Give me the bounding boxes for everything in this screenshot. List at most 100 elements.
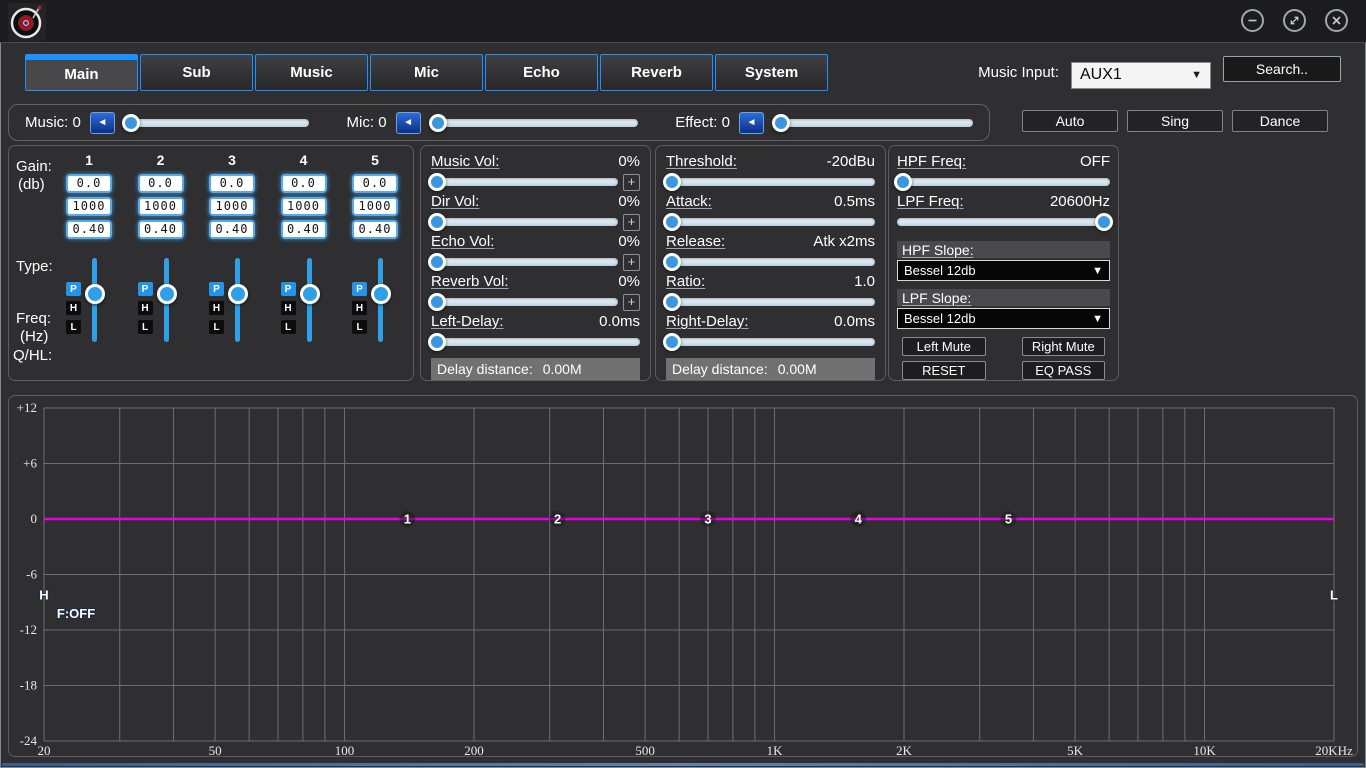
- mic-level-slider[interactable]: [430, 114, 638, 132]
- slider-handle[interactable]: [428, 293, 446, 311]
- eq-band-4-gain-input[interactable]: 0.0: [281, 174, 327, 193]
- eq-band-type-l-button[interactable]: L: [209, 320, 224, 334]
- eq-band-5-gain-slider[interactable]: [371, 258, 391, 342]
- tab-reverb[interactable]: Reverb: [600, 54, 713, 91]
- slider-handle[interactable]: [300, 284, 320, 304]
- tab-music[interactable]: Music: [255, 54, 368, 91]
- reverb-vol-slider[interactable]: [431, 293, 618, 311]
- slider-handle[interactable]: [663, 293, 681, 311]
- eq-band-5-q-input[interactable]: 0.40: [352, 220, 398, 239]
- eq-band-type-l-button[interactable]: L: [281, 320, 296, 334]
- eq-band-1-gain-input[interactable]: 0.0: [66, 174, 112, 193]
- slider-handle[interactable]: [663, 253, 681, 271]
- effect-mute-button[interactable]: ◄: [739, 112, 764, 134]
- eq-band-type-l-button[interactable]: L: [66, 320, 81, 334]
- lpf-freq-slider[interactable]: [897, 213, 1110, 231]
- left-delay-slider[interactable]: [431, 333, 640, 351]
- search-button[interactable]: Search..: [1223, 56, 1341, 82]
- eq-band-1-q-input[interactable]: 0.40: [66, 220, 112, 239]
- eq-band-5-gain-input[interactable]: 0.0: [352, 174, 398, 193]
- eq-band-3-gain-input[interactable]: 0.0: [209, 174, 255, 193]
- slider-handle[interactable]: [772, 114, 790, 132]
- eq-band-2-gain-slider[interactable]: [157, 258, 177, 342]
- eq-band-type-p-button[interactable]: P: [281, 282, 296, 296]
- slider-handle[interactable]: [122, 114, 140, 132]
- eq-band-3-freq-input[interactable]: 1000: [209, 197, 255, 216]
- hpf-slope-select[interactable]: Bessel 12db ▼: [897, 260, 1110, 281]
- eq-band-marker-1[interactable]: 1: [404, 512, 411, 527]
- music-vol-slider[interactable]: [431, 173, 618, 191]
- eq-band-2-gain-input[interactable]: 0.0: [138, 174, 184, 193]
- slider-handle[interactable]: [85, 284, 105, 304]
- music-level-slider[interactable]: [124, 114, 309, 132]
- eq-band-marker-3[interactable]: 3: [704, 512, 711, 527]
- eq-band-4-freq-input[interactable]: 1000: [281, 197, 327, 216]
- slider-handle[interactable]: [428, 253, 446, 271]
- attack-slider[interactable]: [666, 213, 875, 231]
- eq-band-3-gain-slider[interactable]: [228, 258, 248, 342]
- slider-handle[interactable]: [1095, 213, 1113, 231]
- slider-handle[interactable]: [428, 213, 446, 231]
- slider-handle[interactable]: [894, 173, 912, 191]
- slider-handle[interactable]: [428, 173, 446, 191]
- close-button[interactable]: [1325, 9, 1348, 32]
- eq-band-type-h-button[interactable]: H: [281, 301, 296, 315]
- eq-band-4-gain-slider[interactable]: [300, 258, 320, 342]
- slider-handle[interactable]: [371, 284, 391, 304]
- eq-graph[interactable]: +12+60-6-12-18-2420501002005001K2K5K10K2…: [9, 396, 1357, 756]
- slider-handle[interactable]: [428, 333, 446, 351]
- tab-echo[interactable]: Echo: [485, 54, 598, 91]
- mic-mute-button[interactable]: ◄: [396, 112, 421, 134]
- eq-band-type-h-button[interactable]: H: [209, 301, 224, 315]
- fine-adjust-plus-icon[interactable]: +: [623, 174, 640, 191]
- left-mute-button[interactable]: Left Mute: [902, 337, 986, 356]
- tab-mic[interactable]: Mic: [370, 54, 483, 91]
- eq-band-type-p-button[interactable]: P: [66, 282, 81, 296]
- threshold-slider[interactable]: [666, 173, 875, 191]
- slider-handle[interactable]: [429, 114, 447, 132]
- right-mute-button[interactable]: Right Mute: [1022, 337, 1106, 356]
- fine-adjust-plus-icon[interactable]: +: [623, 294, 640, 311]
- eq-band-1-gain-slider[interactable]: [85, 258, 105, 342]
- eq-band-marker-5[interactable]: 5: [1005, 512, 1012, 527]
- eq-band-type-l-button[interactable]: L: [138, 320, 153, 334]
- music-input-select[interactable]: AUX1 ▼: [1071, 62, 1211, 89]
- music-mute-button[interactable]: ◄: [90, 112, 115, 134]
- eq-pass-button[interactable]: EQ PASS: [1022, 361, 1106, 380]
- dir-vol-slider[interactable]: [431, 213, 618, 231]
- eq-band-5-freq-input[interactable]: 1000: [352, 197, 398, 216]
- eq-band-2-q-input[interactable]: 0.40: [138, 220, 184, 239]
- eq-band-type-h-button[interactable]: H: [352, 301, 367, 315]
- slider-handle[interactable]: [228, 284, 248, 304]
- fine-adjust-plus-icon[interactable]: +: [623, 214, 640, 231]
- fine-adjust-plus-icon[interactable]: +: [623, 254, 640, 271]
- eq-band-marker-2[interactable]: 2: [554, 512, 561, 527]
- eq-band-4-q-input[interactable]: 0.40: [281, 220, 327, 239]
- sing-button[interactable]: Sing: [1127, 110, 1223, 132]
- slider-handle[interactable]: [663, 213, 681, 231]
- minimize-button[interactable]: [1241, 9, 1264, 32]
- slider-handle[interactable]: [663, 173, 681, 191]
- tab-system[interactable]: System: [715, 54, 828, 91]
- eq-band-type-l-button[interactable]: L: [352, 320, 367, 334]
- auto-button[interactable]: Auto: [1022, 110, 1118, 132]
- effect-level-slider[interactable]: [773, 114, 973, 132]
- eq-band-1-freq-input[interactable]: 1000: [66, 197, 112, 216]
- eq-band-type-p-button[interactable]: P: [209, 282, 224, 296]
- eq-band-2-freq-input[interactable]: 1000: [138, 197, 184, 216]
- maximize-button[interactable]: [1283, 9, 1306, 32]
- slider-handle[interactable]: [157, 284, 177, 304]
- eq-band-type-h-button[interactable]: H: [138, 301, 153, 315]
- ratio-slider[interactable]: [666, 293, 875, 311]
- lpf-slope-select[interactable]: Bessel 12db ▼: [897, 308, 1110, 329]
- eq-band-type-h-button[interactable]: H: [66, 301, 81, 315]
- slider-handle[interactable]: [663, 333, 681, 351]
- eq-band-marker-4[interactable]: 4: [855, 512, 863, 527]
- reset-button[interactable]: RESET: [902, 361, 986, 380]
- eq-band-type-p-button[interactable]: P: [352, 282, 367, 296]
- right-delay-slider[interactable]: [666, 333, 875, 351]
- dance-button[interactable]: Dance: [1232, 110, 1328, 132]
- eq-band-type-p-button[interactable]: P: [138, 282, 153, 296]
- echo-vol-slider[interactable]: [431, 253, 618, 271]
- eq-band-3-q-input[interactable]: 0.40: [209, 220, 255, 239]
